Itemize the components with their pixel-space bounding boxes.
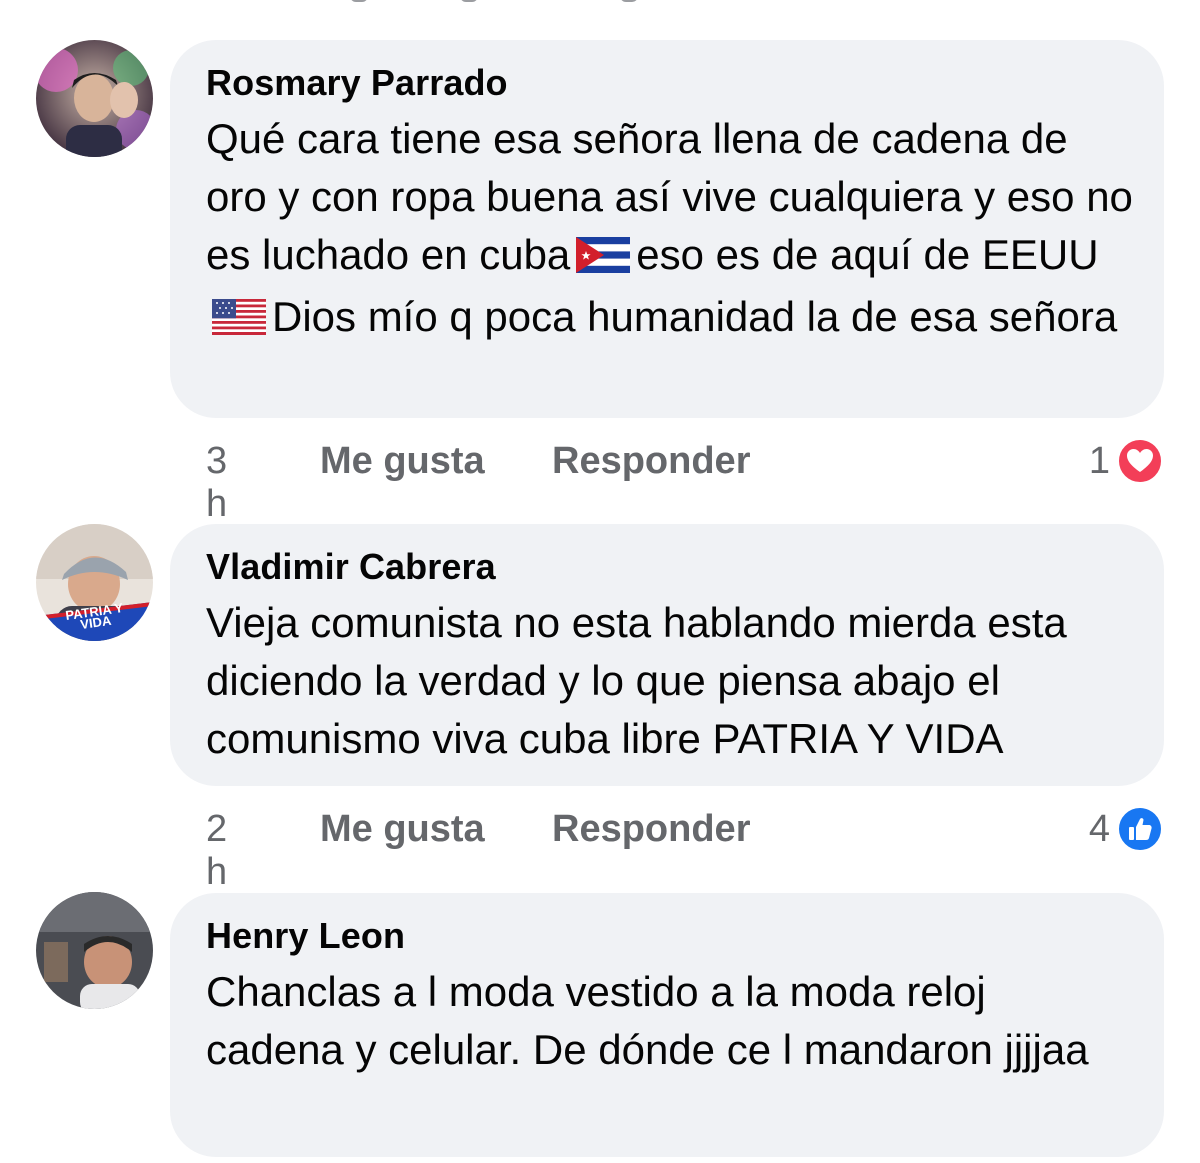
previous-comment-remnant <box>330 0 690 6</box>
avatar[interactable] <box>36 40 153 157</box>
avatar-photo <box>36 892 153 1009</box>
reaction-count: 1 <box>1088 439 1110 482</box>
avatar-photo <box>36 40 153 157</box>
like-button[interactable]: Me gusta <box>320 808 485 851</box>
avatar[interactable]: PATRIA Y VIDA <box>36 524 153 641</box>
thumbs-up-icon <box>1116 805 1164 853</box>
comment-timestamp[interactable]: 2 h <box>206 808 227 894</box>
usa-flag-icon <box>212 292 266 350</box>
reaction-summary[interactable]: 4 <box>1089 804 1164 854</box>
reply-button[interactable]: Responder <box>552 440 750 483</box>
comment-author[interactable]: Rosmary Parrado <box>206 60 1134 106</box>
like-button[interactable]: Me gusta <box>320 440 485 483</box>
comment-author[interactable]: Henry Leon <box>206 913 1134 959</box>
avatar[interactable] <box>36 892 153 1009</box>
comment-bubble: Henry Leon Chanclas a l moda vestido a l… <box>170 893 1164 1157</box>
comment-bubble: Rosmary Parrado Qué cara tiene esa señor… <box>170 40 1164 418</box>
reply-button[interactable]: Responder <box>552 808 750 851</box>
reaction-summary[interactable]: 1 <box>1089 436 1164 486</box>
comment-author[interactable]: Vladimir Cabrera <box>206 544 1134 590</box>
comment-timestamp[interactable]: 3 h <box>206 440 227 526</box>
comment-text: Chanclas a l moda vestido a la moda relo… <box>206 968 1089 1073</box>
comment-text-part: Dios mío q poca humanidad la de esa seño… <box>272 293 1118 340</box>
reaction-count: 4 <box>1088 807 1110 850</box>
comment-text: Vieja comunista no esta hablando mierda … <box>206 599 1079 762</box>
heart-icon <box>1116 437 1164 485</box>
cuba-flag-icon <box>576 230 631 288</box>
comment-text: Qué cara tiene esa señora llena de caden… <box>206 110 1134 350</box>
comment-text-part: eso es de aquí de EEUU <box>636 231 1099 278</box>
comment-bubble: Vladimir Cabrera Vieja comunista no esta… <box>170 524 1164 786</box>
